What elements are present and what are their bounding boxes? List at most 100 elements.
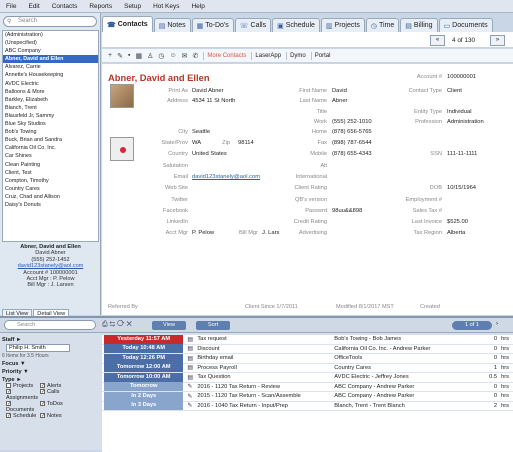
save-icon[interactable]: ▪ <box>128 52 130 59</box>
first-name-value[interactable]: David <box>332 88 347 94</box>
contact-list-item[interactable]: Clean Painting <box>3 161 98 169</box>
contact-search-input[interactable]: ⚲ Search <box>3 16 97 27</box>
task-row[interactable]: Yesterday 11:57 AM ▤ Tax request Bob's Towi… <box>102 334 513 345</box>
contact-list-item[interactable]: Blanch, Trent <box>3 104 98 112</box>
dob-value[interactable]: 10/15/1964 <box>447 185 476 191</box>
toolbar-link-dymo[interactable]: Dymo <box>286 51 309 60</box>
print-as-value[interactable]: David Abner <box>192 88 224 94</box>
contact-list-item[interactable]: ABC Company <box>3 47 98 55</box>
mail-icon[interactable]: ✉ <box>182 52 188 60</box>
tab-calls[interactable]: ☏ Calls <box>234 18 272 32</box>
checkbox-icon[interactable] <box>40 401 45 407</box>
zip-value[interactable]: 98114 <box>238 140 254 146</box>
type-checkbox-todos[interactable]: ToDos <box>40 401 74 413</box>
activity-search-input[interactable]: Search <box>4 320 96 330</box>
contact-list-item[interactable]: Bob's Towing <box>3 128 98 136</box>
type-checkbox-assignments[interactable]: Assignments <box>6 389 40 401</box>
tab-time[interactable]: ◷ Time <box>365 18 400 32</box>
contact-list-item[interactable]: Compton, Timothy <box>3 177 98 185</box>
ssn-value[interactable]: 111-11-1111 <box>447 151 477 157</box>
staff-filter-label[interactable]: Staff ► <box>2 337 100 343</box>
contact-type-value[interactable]: Client <box>447 88 462 94</box>
home-phone-value[interactable]: (878) 656-5765 <box>332 129 372 135</box>
contact-list-item[interactable]: Buck, Brian and Sandra <box>3 136 98 144</box>
person-icon[interactable]: ♙ <box>147 52 153 60</box>
checkbox-icon[interactable] <box>40 413 45 419</box>
contact-list-item[interactable]: Blue Sky Studios <box>3 120 98 128</box>
sort-button[interactable]: Sort <box>196 321 230 330</box>
country-value[interactable]: United States <box>192 151 227 157</box>
state-value[interactable]: WA <box>192 140 201 146</box>
type-checkbox-notes[interactable]: Notes <box>40 413 74 419</box>
menu-setup[interactable]: Setup <box>124 3 141 10</box>
city-value[interactable]: Seattle <box>192 129 210 135</box>
type-checkbox-schedule[interactable]: Schedule <box>6 413 40 419</box>
address-value[interactable]: 4534 11 St North <box>192 98 235 104</box>
contact-list-item[interactable]: Daisy's Donuts <box>3 201 98 209</box>
contact-list-item[interactable]: (Administration) <box>3 31 98 39</box>
checkbox-icon[interactable] <box>6 413 11 419</box>
task-row[interactable]: In 2 Days ✎ 2015 - 1120 Tax Return - Scan/… <box>102 391 513 402</box>
checkbox-icon[interactable] <box>6 401 11 407</box>
contact-list[interactable]: (Administration) (Unspecified) ABC Company… <box>2 30 99 242</box>
contact-list-item[interactable]: Balloons & More <box>3 88 98 96</box>
contact-list-item[interactable]: Alvarez, Carrie <box>3 63 98 71</box>
menu-file[interactable]: File <box>6 3 16 10</box>
account-number-value[interactable]: 100000001 <box>447 74 476 80</box>
toolbar-link-more-contacts[interactable]: More Contacts <box>203 51 249 60</box>
last-record-button[interactable]: » <box>490 35 505 46</box>
clock-icon[interactable]: ◷ <box>158 52 164 60</box>
menu-contacts[interactable]: Contacts <box>52 3 78 10</box>
focus-filter-label[interactable]: Focus ▼ <box>2 361 100 367</box>
priority-filter-label[interactable]: Priority ▼ <box>2 369 100 375</box>
contact-list-item[interactable]: AVDC Electric <box>3 80 98 88</box>
next-page-icon[interactable]: › <box>496 321 498 327</box>
mobile-value[interactable]: (878) 655-4343 <box>332 151 372 157</box>
activity-tool-icons[interactable]: ⎙ ⇆ ⟳ ✕ <box>102 321 132 329</box>
smile-icon[interactable]: ☺ <box>169 52 176 59</box>
menu-edit[interactable]: Edit <box>28 3 39 10</box>
email-link[interactable]: david123stanely@aol.com <box>192 174 260 180</box>
contact-list-item[interactable]: California Oil Co. Inc. <box>3 144 98 152</box>
contact-list-item[interactable]: Blausfeld Jr, Sammy <box>3 112 98 120</box>
add-icon[interactable]: + <box>108 52 112 59</box>
last-name-value[interactable]: Abner <box>332 98 347 104</box>
tab-billing[interactable]: ▤ Billing <box>400 18 438 32</box>
menu-hot-keys[interactable]: Hot Keys <box>153 3 179 10</box>
activity-pager[interactable]: 1 of 1 <box>452 321 492 330</box>
tab-documents[interactable]: ▭ Documents <box>438 18 493 32</box>
menu-reports[interactable]: Reports <box>89 3 112 10</box>
first-record-button[interactable]: « <box>430 35 445 46</box>
tab-notes[interactable]: ▤ Notes <box>153 18 191 32</box>
type-checkbox-calls[interactable]: Calls <box>40 389 74 401</box>
type-checkbox-documents[interactable]: Documents <box>6 401 40 413</box>
checkbox-icon[interactable] <box>6 389 11 395</box>
acct-mgr-value[interactable]: P. Pelow <box>192 230 214 236</box>
task-row[interactable]: Tomorrow 10:00 AM ▤ Tax Question AVDC Elect… <box>102 372 513 383</box>
task-row[interactable]: Tomorrow ✎ 2016 - 1120 Tax Return - Review… <box>102 382 513 392</box>
tab-schedule[interactable]: ▣ Schedule <box>272 18 320 32</box>
checkbox-icon[interactable] <box>40 389 45 395</box>
checkbox-icon[interactable] <box>6 383 11 389</box>
tab-projects[interactable]: ▥ Projects <box>320 18 365 32</box>
entity-type-value[interactable]: Individual <box>447 109 472 115</box>
contact-list-item[interactable]: Cruz, Chad and Allison <box>3 193 98 201</box>
tab-todos[interactable]: ▦ To-Do's <box>191 18 234 32</box>
staff-select[interactable]: Philip H. Smith <box>6 344 70 352</box>
contact-list-item[interactable]: Client, Test <box>3 169 98 177</box>
address-map-icon[interactable] <box>110 137 134 161</box>
grid-icon[interactable]: ▦ <box>135 52 142 60</box>
task-row[interactable]: Today 12:26 PM ▤ Birthday email OfficeTools… <box>102 353 513 364</box>
view-button[interactable]: View <box>152 321 186 330</box>
contact-list-item[interactable]: Annette's Housekeeping <box>3 71 98 79</box>
task-row[interactable]: Today 10:48 AM ▤ Discount California Oil Co… <box>102 344 513 354</box>
contact-list-item[interactable]: Abner, David and Ellen <box>3 55 98 64</box>
contact-list-item[interactable]: Barkley, Elizabeth <box>3 96 98 104</box>
contact-list-item[interactable]: Country Cares <box>3 185 98 193</box>
work-phone-value[interactable]: (555) 252-1010 <box>332 119 372 125</box>
fax-value[interactable]: (898) 787-6544 <box>332 140 372 146</box>
password-value[interactable]: 98uu&&898 <box>332 208 362 214</box>
toolbar-link-laserapp[interactable]: LaserApp <box>251 51 284 60</box>
task-row[interactable]: Tomorrow 12:00 AM ▤ Process Payroll Country… <box>102 363 513 373</box>
profession-value[interactable]: Administration <box>447 119 484 125</box>
